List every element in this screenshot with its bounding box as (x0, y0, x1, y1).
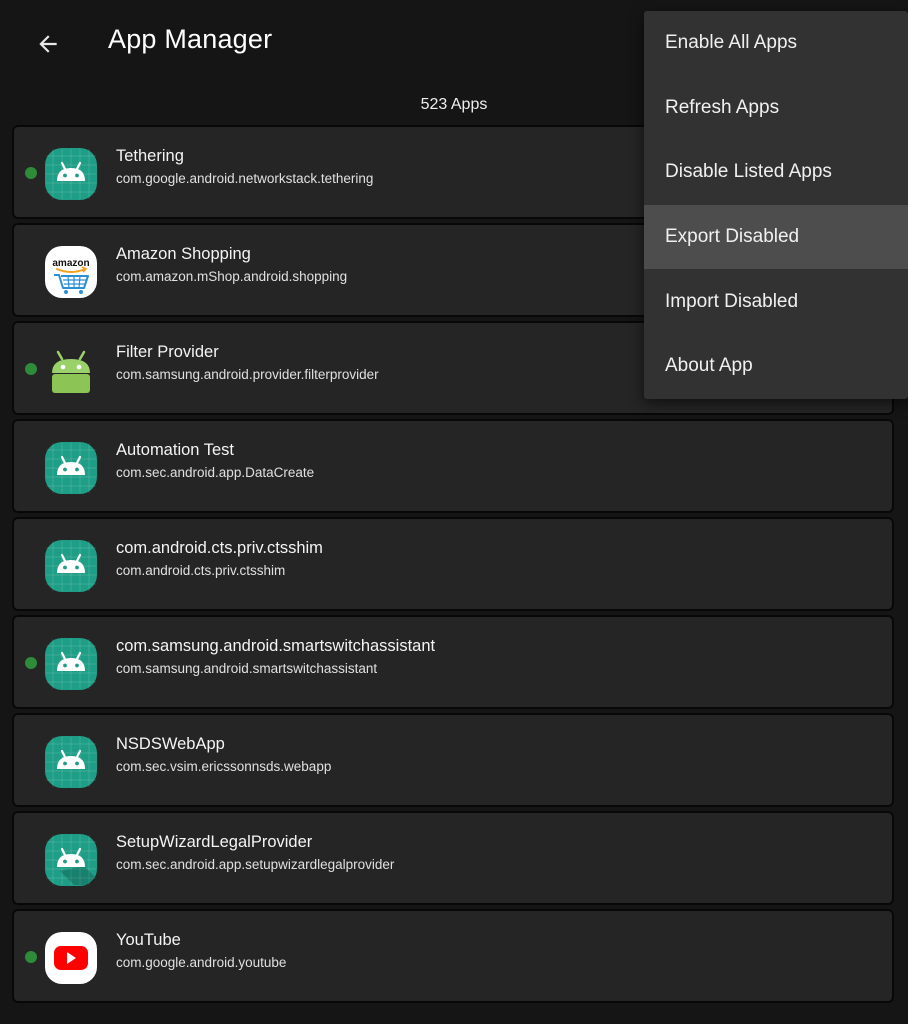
enabled-status-dot (25, 363, 37, 375)
app-package-name: com.amazon.mShop.android.shopping (116, 269, 348, 284)
enabled-status-dot (25, 951, 37, 963)
amazon-app-icon: amazon (44, 245, 98, 299)
overflow-menu: Enable All Apps Refresh Apps Disable Liste… (644, 11, 908, 399)
app-row[interactable]: YouTube com.google.android.youtube (12, 909, 894, 1003)
app-package-name: com.android.cts.priv.ctsshim (116, 563, 286, 578)
app-package-name: com.sec.android.app.setupwizardlegalprov… (116, 857, 395, 872)
app-name: Tethering (116, 147, 184, 165)
android-app-icon (44, 833, 98, 887)
enabled-status-dot (25, 167, 37, 179)
page-title: App Manager (108, 24, 273, 54)
android-app-icon (44, 343, 98, 397)
arrow-left-icon (39, 35, 57, 53)
app-package-name: com.samsung.android.smartswitchassistant (116, 661, 378, 676)
android-app-icon (44, 539, 98, 593)
app-package-name: com.google.android.youtube (116, 955, 287, 970)
android-app-icon (44, 147, 98, 201)
app-package-name: com.sec.vsim.ericssonnsds.webapp (116, 759, 332, 774)
menu-item-enable-all-apps[interactable]: Enable All Apps (644, 11, 908, 76)
app-row[interactable]: com.android.cts.priv.ctsshim com.android.… (12, 517, 894, 611)
android-app-icon (44, 735, 98, 789)
app-name: NSDSWebApp (116, 735, 225, 753)
app-name: com.android.cts.priv.ctsshim (116, 539, 323, 557)
app-manager-screen: App Manager 523 Apps Tethering com.google… (0, 0, 908, 1024)
android-app-icon (44, 441, 98, 495)
app-row[interactable]: Automation Test com.sec.android.app.DataC… (12, 419, 894, 513)
app-package-name: com.sec.android.app.DataCreate (116, 465, 315, 480)
menu-item-about-app[interactable]: About App (644, 334, 908, 399)
menu-item-refresh-apps[interactable]: Refresh Apps (644, 76, 908, 141)
app-row[interactable]: NSDSWebApp com.sec.vsim.ericssonnsds.weba… (12, 713, 894, 807)
enabled-status-dot (25, 657, 37, 669)
app-name: YouTube (116, 931, 181, 949)
app-package-name: com.google.android.networkstack.tetherin… (116, 171, 374, 186)
app-name: com.samsung.android.smartswitchassistant (116, 637, 436, 655)
menu-item-export-disabled[interactable]: Export Disabled (644, 204, 908, 270)
app-row[interactable]: com.samsung.android.smartswitchassistant… (12, 615, 894, 709)
app-package-name: com.samsung.android.provider.filterprovi… (116, 367, 379, 382)
app-name: SetupWizardLegalProvider (116, 833, 313, 851)
back-button[interactable] (26, 22, 70, 66)
menu-item-import-disabled[interactable]: Import Disabled (644, 269, 908, 334)
app-row[interactable]: SetupWizardLegalProvider com.sec.android.… (12, 811, 894, 905)
youtube-app-icon (44, 931, 98, 985)
android-app-icon (44, 637, 98, 691)
app-name: Filter Provider (116, 343, 219, 361)
app-name: Automation Test (116, 441, 235, 459)
menu-item-disable-listed-apps[interactable]: Disable Listed Apps (644, 140, 908, 205)
app-name: Amazon Shopping (116, 245, 251, 263)
